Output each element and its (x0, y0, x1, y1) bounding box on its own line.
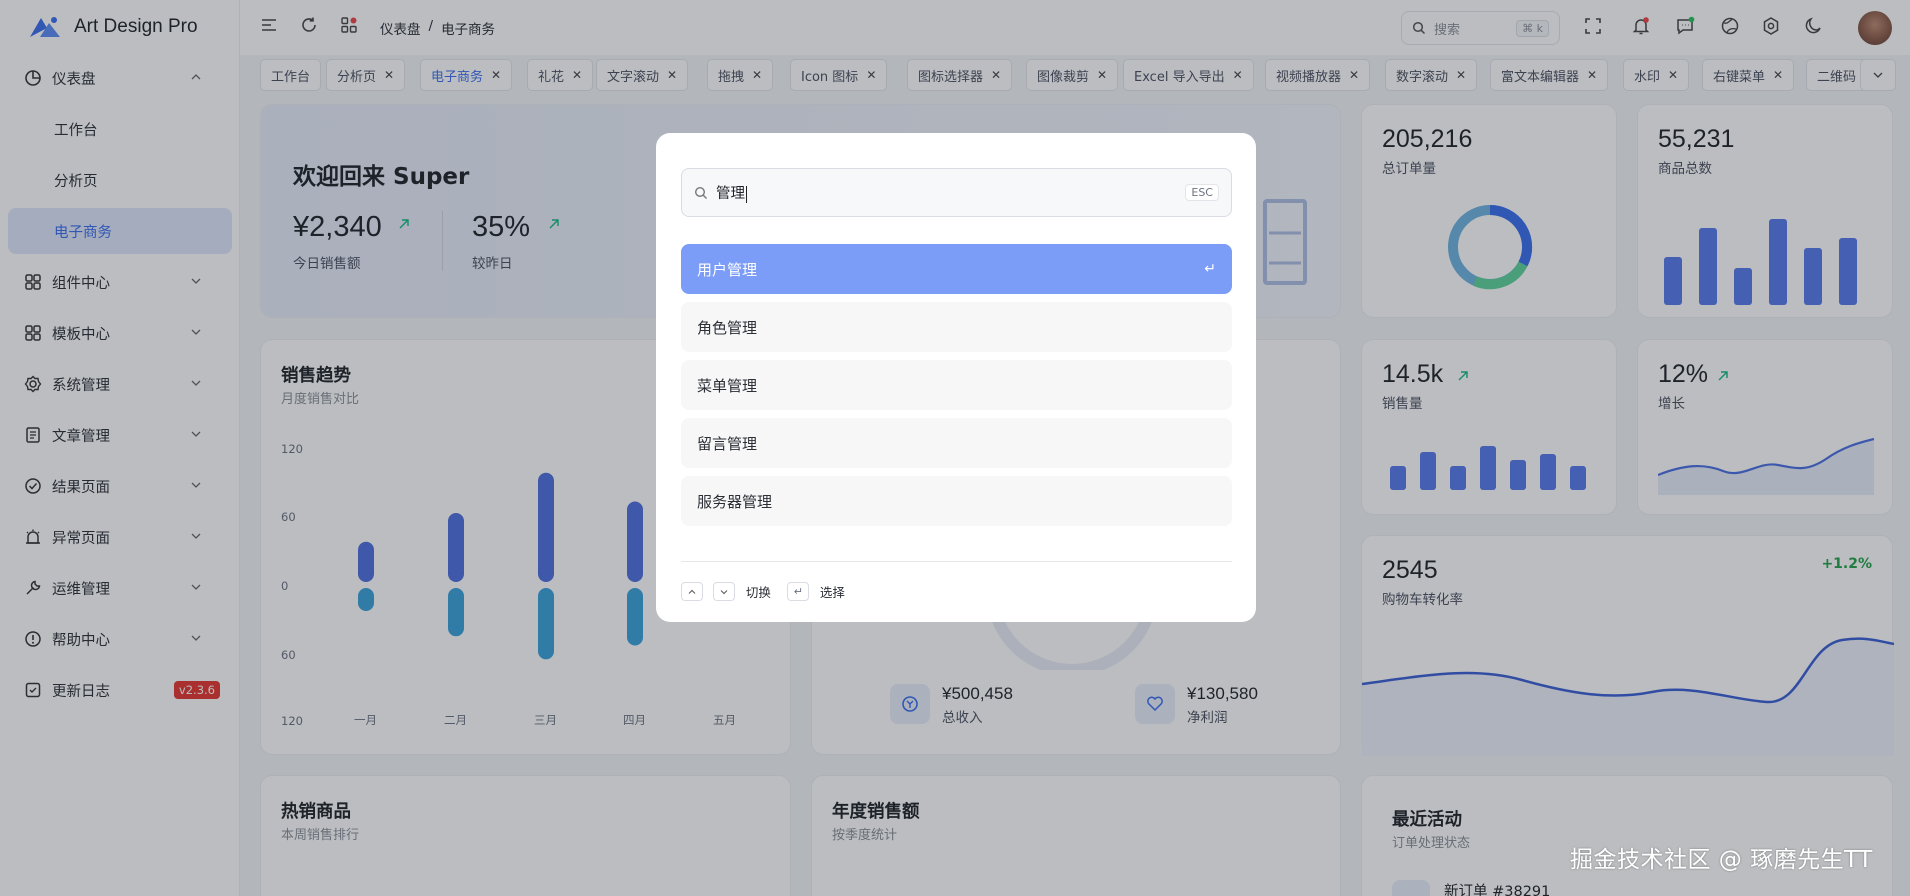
search-result-item[interactable]: 用户管理 ↵ (681, 244, 1232, 294)
search-result-item[interactable]: 角色管理 (681, 302, 1232, 352)
footer-switch-label: 切换 (745, 585, 771, 600)
text-caret (746, 185, 747, 203)
result-label: 服务器管理 (697, 492, 773, 511)
result-label: 用户管理 (697, 260, 758, 279)
result-label: 留言管理 (697, 434, 758, 453)
esc-key-hint[interactable]: ESC (1185, 184, 1219, 201)
arrow-up-key-icon (681, 582, 703, 601)
result-label: 角色管理 (697, 318, 758, 337)
search-modal: 管理 ESC 用户管理 ↵ 角色管理 菜单管理 留言管理 服务器管理 切换 ↵ … (656, 133, 1256, 622)
search-icon (694, 186, 707, 199)
result-label: 菜单管理 (697, 376, 758, 395)
watermark: 掘金技术社区 @ 琢磨先生TT (1570, 847, 1873, 873)
arrow-down-key-icon (713, 582, 736, 601)
search-result-item[interactable]: 菜单管理 (681, 360, 1232, 410)
modal-search-input[interactable]: 管理 ESC (681, 168, 1232, 217)
modal-search-value: 管理 (716, 186, 745, 202)
enter-icon: ↵ (1204, 261, 1216, 277)
enter-key-icon: ↵ (787, 582, 810, 601)
search-result-item[interactable]: 留言管理 (681, 418, 1232, 468)
search-result-item[interactable]: 服务器管理 (681, 476, 1232, 526)
footer-select-label: 选择 (819, 585, 845, 600)
modal-footer: 切换 ↵ 选择 (681, 561, 1232, 601)
